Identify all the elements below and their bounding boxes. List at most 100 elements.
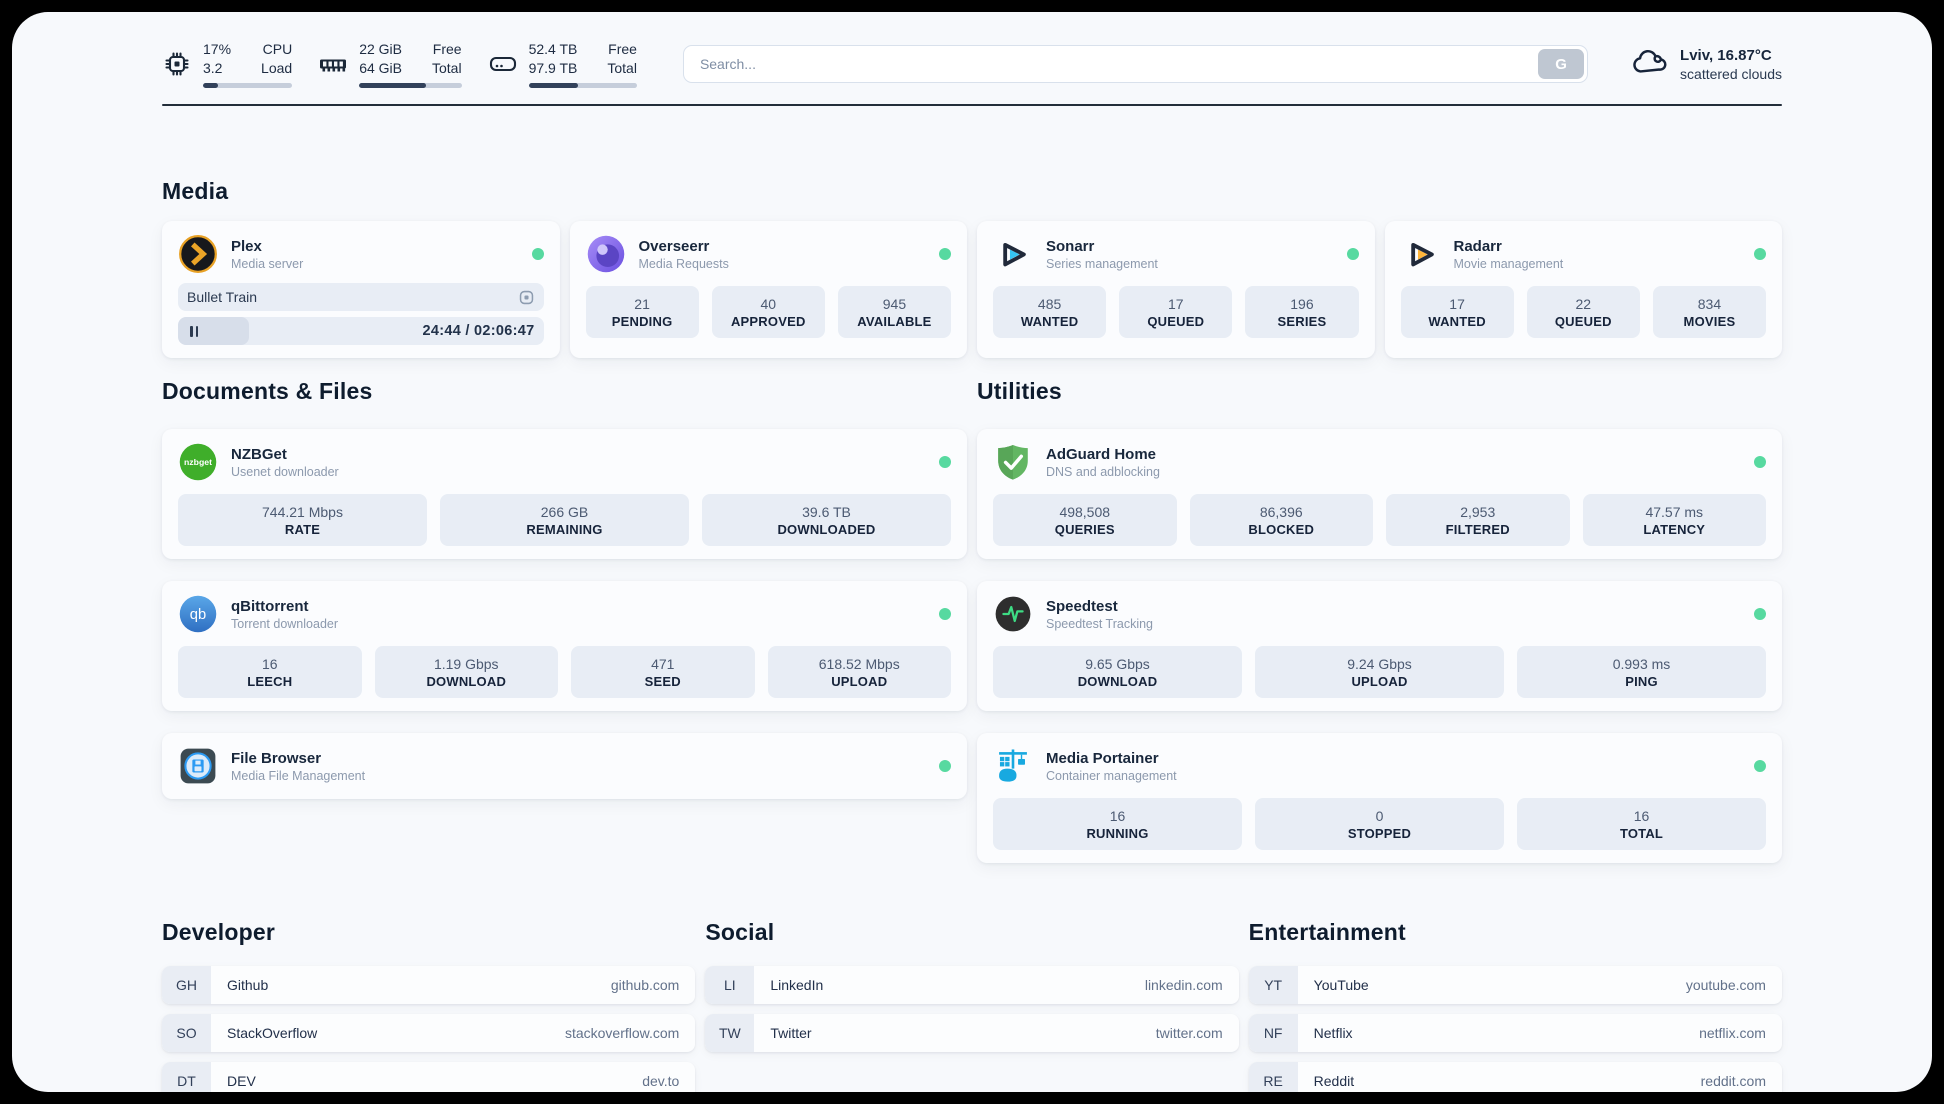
stat-label: LEECH — [247, 673, 293, 689]
app-card-speedtest[interactable]: Speedtest Speedtest Tracking 9.65 Gbps DOWN… — [977, 581, 1782, 711]
bookmark-link-github[interactable]: GH Github github.com — [162, 966, 696, 1004]
ram-icon — [318, 49, 348, 79]
bookmark-link-reddit[interactable]: RE Reddit reddit.com — [1248, 1062, 1782, 1092]
stat-value: 40 — [760, 295, 777, 312]
bookmark-rows: YT YouTube youtube.com NF Netflix netflix.com… — [1248, 966, 1782, 1092]
system-stat-values: 52.4 TB Free 97.9 TB Total — [528, 40, 637, 88]
stat-label: LATENCY — [1643, 521, 1706, 537]
bookmark-url: twitter.com — [1155, 1025, 1223, 1041]
bookmark-rows: GH Github github.com SO StackOverflow stackov… — [162, 966, 696, 1092]
app-card-header: Plex Media server — [178, 234, 544, 274]
stat-value: 945 — [882, 295, 907, 312]
utilities-cards: AdGuard Home DNS and adblocking 498,508 QUE… — [977, 429, 1782, 863]
system-stat: 22 GiB Free 64 GiB Total — [318, 40, 462, 88]
weather-condition: scattered clouds — [1680, 65, 1782, 82]
stat-tile: 16 LEECH — [178, 646, 362, 698]
app-subtitle: Speedtest Tracking — [1046, 616, 1154, 631]
stat-value: 744.21 Mbps — [262, 503, 343, 520]
bookmark-link-netflix[interactable]: NF Netflix netflix.com — [1248, 1014, 1782, 1052]
speedtest-icon — [993, 594, 1033, 634]
app-names: qBittorrent Torrent downloader — [231, 598, 338, 631]
stat-value-top: 22 GiB — [359, 41, 402, 57]
stat-tile: 47.57 ms LATENCY — [1582, 494, 1766, 546]
app-names: Plex Media server — [231, 238, 303, 271]
stat-label-bottom: Total — [432, 60, 462, 76]
bookmark-url: stackoverflow.com — [564, 1025, 680, 1041]
header-divider — [162, 104, 1782, 106]
stat-value: 2,953 — [1460, 503, 1496, 520]
bookmark-name: Reddit — [1313, 1073, 1355, 1089]
overseerr-icon — [586, 234, 626, 274]
stat-tile: 17 QUEUED — [1119, 286, 1233, 338]
app-card-file-browser[interactable]: File Browser Media File Management — [162, 733, 967, 799]
stat-tile: 744.21 Mbps RATE — [178, 494, 427, 546]
stat-label: REMAINING — [526, 521, 603, 537]
bookmark-link-stackoverflow[interactable]: SO StackOverflow stackoverflow.com — [162, 1014, 696, 1052]
disk-icon — [488, 49, 518, 79]
qbittorrent-icon: qb — [178, 594, 218, 634]
bookmark-group-title: Developer — [162, 919, 276, 945]
stat-label: BLOCKED — [1248, 521, 1315, 537]
app-card-header: Media Portainer Container management — [993, 746, 1766, 786]
bookmark-abbr: NF — [1248, 1014, 1298, 1052]
stat-tile: 485 WANTED — [993, 286, 1107, 338]
bookmark-link-twitter[interactable]: TW Twitter twitter.com — [705, 1014, 1239, 1052]
stat-value: 21 — [634, 295, 650, 312]
app-card-overseerr[interactable]: Overseerr Media Requests 21 PENDING 40 APPROV… — [569, 221, 967, 358]
stat-tile: 1.19 Gbps DOWNLOAD — [374, 646, 558, 698]
search-input[interactable] — [682, 45, 1589, 83]
bookmark-abbr: SO — [162, 1014, 211, 1052]
app-names: File Browser Media File Management — [231, 750, 365, 783]
stat-value: 618.52 Mbps — [818, 655, 900, 672]
now-playing: Bullet Train 24:44 / 02:06:47 — [178, 283, 544, 345]
stat-value: 9.65 Gbps — [1085, 655, 1150, 672]
stat-progress-bar — [203, 83, 293, 88]
app-name: AdGuard Home — [1046, 445, 1157, 463]
app-card-qbittorrent[interactable]: qb qBittorrent Torrent downloader 16 LEECH 1.… — [162, 581, 967, 711]
app-card-plex[interactable]: Plex Media server Bullet Train 24:44 / 02:0… — [162, 221, 560, 358]
bookmark-link-dev[interactable]: DT DEV dev.to — [162, 1062, 696, 1092]
bookmark-link-youtube[interactable]: YT YouTube youtube.com — [1248, 966, 1782, 1004]
stat-tile: 0.993 ms PING — [1517, 646, 1766, 698]
top-bar: 17% CPU 3.2 Load 22 GiB Free 64 GiB Total 52.4 T… — [162, 40, 1782, 88]
bookmark-link-linkedin[interactable]: LI LinkedIn linkedin.com — [705, 966, 1239, 1004]
app-name: Radarr — [1453, 237, 1502, 255]
bookmark-url: github.com — [610, 977, 680, 993]
stat-value-top: 52.4 TB — [528, 41, 578, 57]
stat-value-bottom: 97.9 TB — [528, 60, 578, 76]
stat-label: WANTED — [1020, 313, 1079, 329]
stat-label: RUNNING — [1086, 825, 1149, 841]
stat-value: 498,508 — [1059, 503, 1111, 520]
search-engine-button[interactable]: G — [1538, 49, 1585, 79]
app-card-media-portainer[interactable]: Media Portainer Container management 16 RUN… — [977, 733, 1782, 863]
status-dot — [1754, 608, 1766, 620]
stat-value-top: 17% — [203, 41, 232, 57]
app-card-radarr[interactable]: Radarr Movie management 17 WANTED 22 QUEUED 83… — [1384, 221, 1782, 358]
stat-tile: 21 PENDING — [585, 286, 699, 338]
status-dot — [939, 248, 951, 260]
app-card-header: Speedtest Speedtest Tracking — [993, 594, 1766, 634]
bookmark-group-entertainment: Entertainment YT YouTube youtube.com NF Netfl… — [1248, 919, 1782, 1092]
stat-label-top: Free — [432, 41, 462, 57]
stat-tile: 498,508 QUERIES — [993, 494, 1177, 546]
stat-label: SEED — [644, 673, 681, 689]
app-subtitle: Media Requests — [638, 256, 729, 271]
stat-label: QUEUED — [1554, 313, 1612, 329]
app-card-nzbget[interactable]: nzbget NZBGet Usenet downloader 744.21 Mbps… — [162, 429, 967, 559]
bookmark-name: Netflix — [1313, 1025, 1353, 1041]
app-card-adguard-home[interactable]: AdGuard Home DNS and adblocking 498,508 QUE… — [977, 429, 1782, 559]
section-title-documents: Documents & Files — [162, 378, 373, 404]
app-name: Overseerr — [638, 237, 710, 255]
now-playing-progress-row: 24:44 / 02:06:47 — [178, 317, 544, 345]
screenshot-button[interactable] — [518, 289, 535, 306]
bookmark-name: StackOverflow — [227, 1025, 318, 1041]
svg-text:qb: qb — [190, 607, 206, 623]
stat-label-top: Free — [608, 41, 637, 57]
stat-tile: 9.65 Gbps DOWNLOAD — [993, 646, 1242, 698]
app-card-sonarr[interactable]: Sonarr Series management 485 WANTED 17 QUEUED… — [977, 221, 1375, 358]
search-container: G — [682, 45, 1589, 83]
pause-button[interactable] — [187, 324, 201, 339]
stat-label: QUEUED — [1147, 313, 1205, 329]
stat-label: MOVIES — [1683, 313, 1736, 329]
stat-label: DOWNLOADED — [777, 521, 876, 537]
